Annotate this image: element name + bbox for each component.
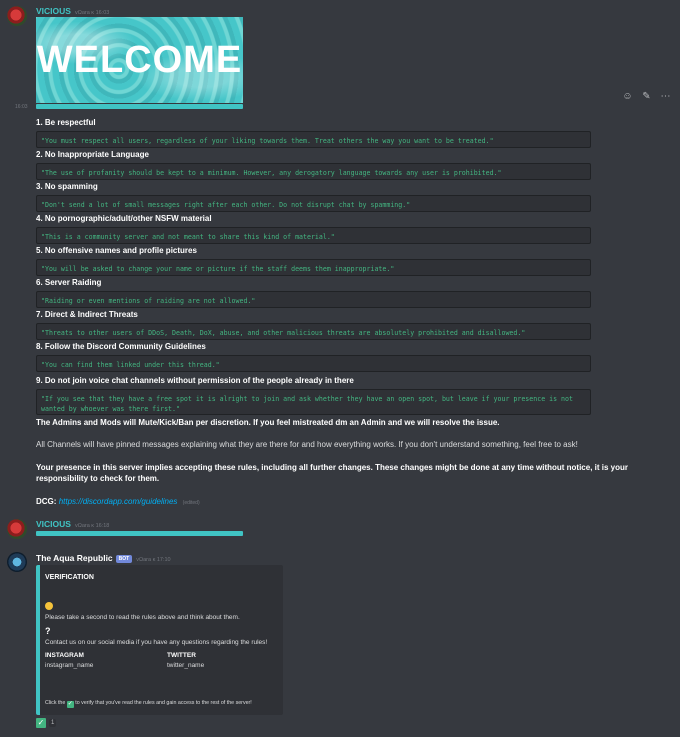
author-name-text: VICIOUS bbox=[36, 519, 71, 529]
embed-title: VERIFICATION bbox=[45, 574, 94, 581]
avatar[interactable] bbox=[7, 519, 27, 539]
bot-avatar[interactable] bbox=[7, 552, 27, 572]
welcome-banner-image[interactable]: WELCOME bbox=[36, 17, 243, 103]
author-name-text: VICIOUS bbox=[36, 6, 71, 16]
author-name[interactable]: The Aqua Republic BOT vΩara κ 17:10 bbox=[36, 553, 171, 563]
rule-title: 9. Do not join voice chat channels witho… bbox=[36, 376, 354, 385]
rule-quote: "You will be asked to change your name o… bbox=[36, 259, 591, 276]
rule-title: 4. No pornographic/adult/other NSFW mate… bbox=[36, 214, 212, 223]
presence-note: Your presence in this server implies acc… bbox=[36, 463, 628, 483]
welcome-text: WELCOME bbox=[36, 38, 243, 81]
rule-quote: "You can find them linked under this thr… bbox=[36, 355, 591, 372]
rule-title: 5. No offensive names and profile pictur… bbox=[36, 246, 197, 255]
rule-title: 6. Server Raiding bbox=[36, 278, 102, 287]
embed-line: Please take a second to read the rules a… bbox=[45, 614, 240, 621]
rule-quote: "Don't send a lot of small messages righ… bbox=[36, 195, 591, 212]
dcg-line: DCG: https://discordapp.com/guidelines (… bbox=[36, 496, 646, 509]
twitter-value: twitter_name bbox=[167, 662, 205, 669]
rule-title: 7. Direct & Indirect Threats bbox=[36, 310, 138, 319]
author-name[interactable]: VICIOUS vΩara κ 16:18 bbox=[36, 519, 109, 529]
dcg-label: DCG: bbox=[36, 497, 57, 506]
guidelines-link[interactable]: https://discordapp.com/guidelines bbox=[59, 497, 178, 506]
rule-title: 3. No spamming bbox=[36, 182, 98, 191]
check-mark-icon: ✓ bbox=[36, 718, 46, 728]
embed-footer: Click the ✓ to verify that you've read t… bbox=[45, 700, 252, 708]
message-toolbar: ☺ ✎ ⋯ bbox=[622, 91, 671, 102]
question-mark: ? bbox=[45, 626, 51, 636]
footer-pre: Click the bbox=[45, 700, 66, 706]
reaction-count: 1 bbox=[49, 719, 57, 727]
rule-title: 8. Follow the Discord Community Guidelin… bbox=[36, 342, 206, 351]
embed-line: Contact us on our social media if you ha… bbox=[45, 639, 268, 646]
edit-icon[interactable]: ✎ bbox=[641, 91, 652, 102]
timestamp: vΩara κ 16:18 bbox=[74, 523, 110, 529]
divider-bar bbox=[36, 531, 243, 536]
rule-quote: "You must respect all users, regardless … bbox=[36, 131, 591, 148]
twitter-label: TWITTER bbox=[167, 652, 196, 659]
author-name[interactable]: VICIOUS vΩara κ 16:03 bbox=[36, 6, 109, 16]
instagram-value: instagram_name bbox=[45, 662, 94, 669]
timestamp: vΩara κ 17:10 bbox=[136, 557, 171, 563]
instagram-label: INSTAGRAM bbox=[45, 652, 84, 659]
rule-quote: "Raiding or even mentions of raiding are… bbox=[36, 291, 591, 308]
add-reaction-icon[interactable]: ☺ bbox=[622, 91, 633, 102]
verification-embed: VERIFICATION Please take a second to rea… bbox=[36, 565, 283, 715]
rule-quote: "This is a community server and not mean… bbox=[36, 227, 591, 244]
divider-bar bbox=[36, 104, 243, 109]
hover-timestamp: 16:03 bbox=[15, 104, 28, 110]
timestamp: vΩara κ 16:03 bbox=[74, 10, 110, 16]
rule-title: 1. Be respectful bbox=[36, 118, 96, 127]
channels-note: All Channels will have pinned messages e… bbox=[36, 440, 578, 449]
check-mark-icon: ✓ bbox=[66, 701, 74, 708]
admins-note: The Admins and Mods will Mute/Kick/Ban p… bbox=[36, 418, 500, 427]
rule-quote: "If you see that they have a free spot i… bbox=[36, 389, 591, 415]
author-name-text: The Aqua Republic bbox=[36, 553, 113, 563]
rule-quote: "The use of profanity should be kept to … bbox=[36, 163, 591, 180]
rule-title: 2. No Inappropriate Language bbox=[36, 150, 149, 159]
reaction-button[interactable]: ✓ 1 bbox=[36, 718, 57, 728]
edited-tag: (edited) bbox=[182, 500, 200, 506]
bot-badge: BOT bbox=[115, 555, 133, 563]
footer-post: to verify that you've read the rules and… bbox=[75, 700, 252, 706]
more-icon[interactable]: ⋯ bbox=[660, 91, 671, 102]
avatar[interactable] bbox=[7, 6, 27, 26]
rule-quote: "Threats to other users of DDoS, Death, … bbox=[36, 323, 591, 340]
thinking-emoji-icon bbox=[45, 602, 53, 610]
